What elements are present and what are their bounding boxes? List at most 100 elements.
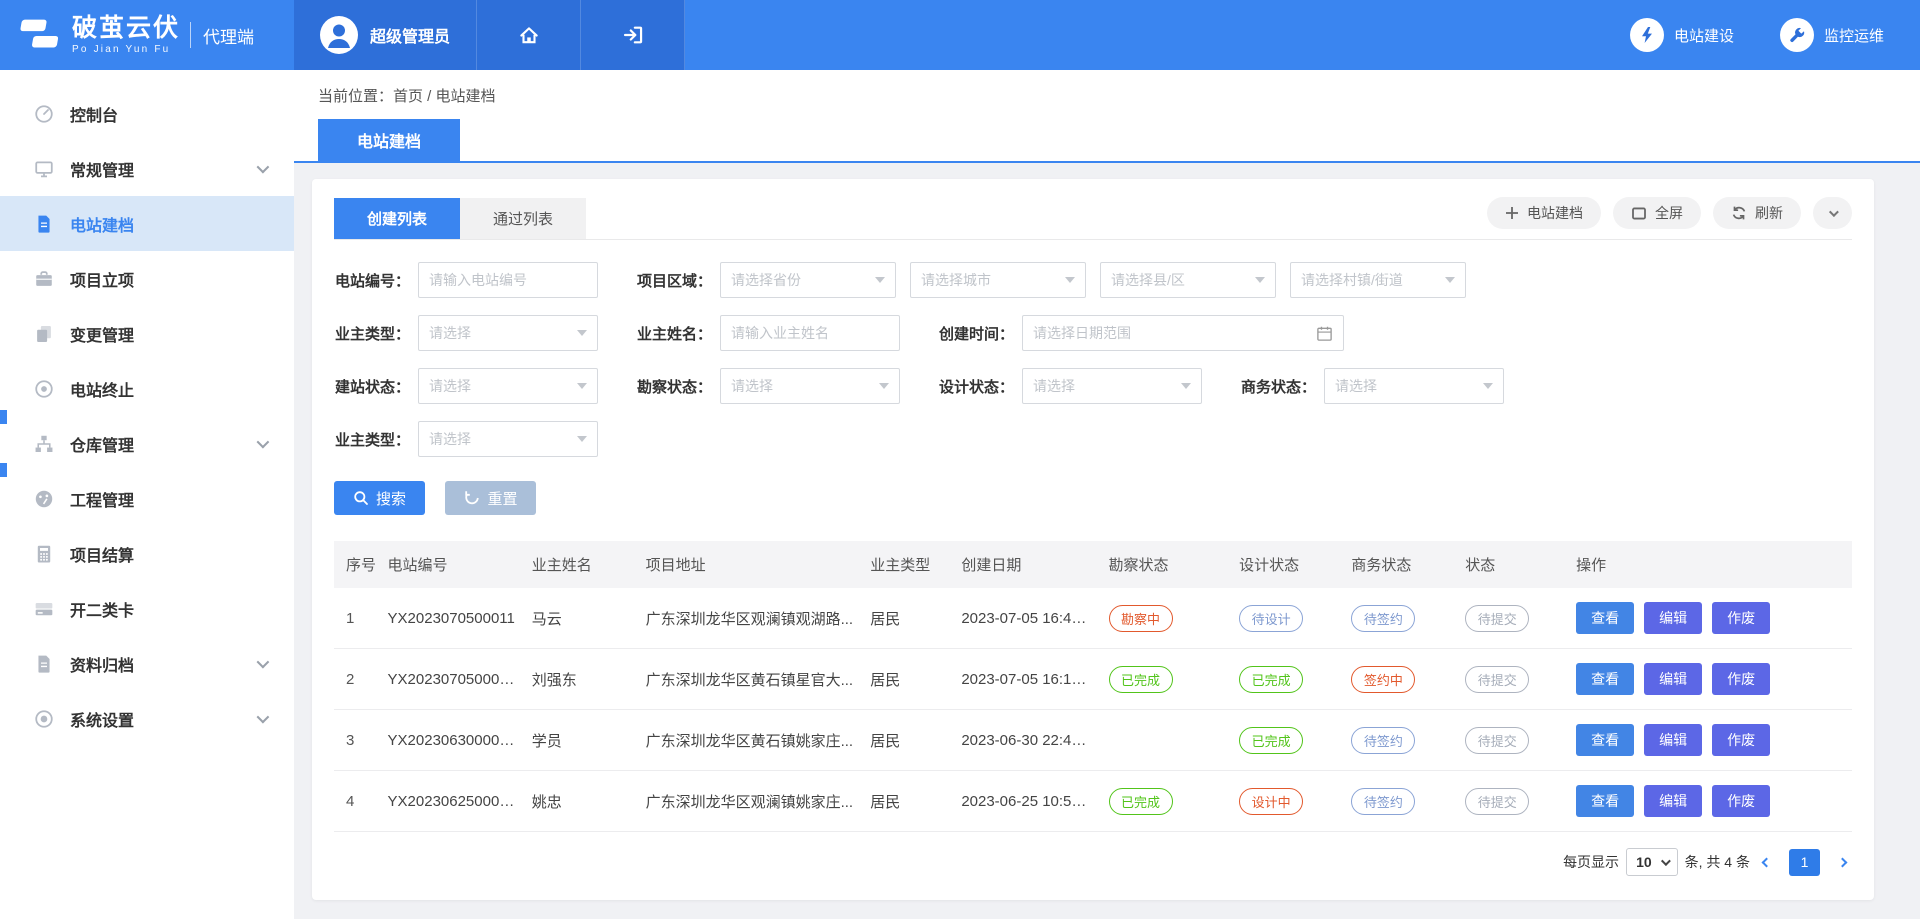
total-count-label: 条, 共 4 条 — [1685, 852, 1750, 872]
page-number-current[interactable]: 1 — [1789, 849, 1820, 876]
design-status-badge: 待设计 — [1239, 605, 1303, 632]
avatar — [320, 16, 358, 54]
dropdown-arrow-icon — [1255, 277, 1265, 283]
void-button[interactable]: 作废 — [1712, 602, 1770, 634]
view-button[interactable]: 查看 — [1576, 663, 1634, 695]
lightning-icon — [1630, 18, 1664, 52]
page-tab-station-archive[interactable]: 电站建档 — [318, 119, 460, 161]
row-index: 4 — [334, 771, 380, 832]
select-input[interactable]: 请选择城市 — [910, 262, 1086, 298]
sidebar-scroll-mark[interactable] — [0, 463, 7, 477]
sidebar-item-monitor[interactable]: 常规管理 — [0, 141, 294, 196]
edition-label: 代理端 — [203, 23, 254, 48]
edit-button[interactable]: 编辑 — [1644, 663, 1702, 695]
select-input[interactable]: 请选择省份 — [720, 262, 896, 298]
logo-area[interactable]: 破茧云伏 Po Jian Yun Fu 代理端 — [0, 0, 294, 70]
user-menu[interactable]: 超级管理员 — [294, 0, 477, 70]
select-input[interactable]: 请选择 — [720, 368, 900, 404]
row-index: 1 — [334, 588, 380, 649]
filter-group: 项目区域：请选择省份请选择城市请选择县/区请选择村镇/街道 — [636, 262, 1480, 298]
next-page-button[interactable] — [1833, 855, 1852, 870]
calculator-icon — [34, 544, 54, 564]
sidebar-item-archive[interactable]: 资料归档 — [0, 636, 294, 691]
sidebar-item-document[interactable]: 电站建档 — [0, 196, 294, 251]
select-input[interactable]: 请选择 — [1324, 368, 1504, 404]
sidebar-item-gauge[interactable]: 工程管理 — [0, 471, 294, 526]
sidebar-item-copy[interactable]: 变更管理 — [0, 306, 294, 361]
sidebar-item-dashboard[interactable]: 控制台 — [0, 86, 294, 141]
toolbar-chevron-down-button[interactable] — [1813, 197, 1852, 229]
archive-icon — [34, 654, 54, 674]
select-input[interactable]: 请选择 — [1022, 368, 1202, 404]
view-button[interactable]: 查看 — [1576, 785, 1634, 817]
void-button[interactable]: 作废 — [1712, 724, 1770, 756]
sidebar-item-calculator[interactable]: 项目结算 — [0, 526, 294, 581]
design-status-badge: 设计中 — [1239, 788, 1303, 815]
business-status-badge-cell: 待签约 — [1343, 710, 1457, 771]
row-actions: 查看编辑作废 — [1568, 649, 1852, 710]
toolbar-plus-button[interactable]: 电站建档 — [1487, 197, 1601, 229]
date-range-input[interactable]: 请选择日期范围 — [1022, 315, 1344, 351]
dropdown-arrow-icon — [577, 383, 587, 389]
prev-page-button[interactable] — [1757, 855, 1776, 870]
breadcrumb-path[interactable]: 首页 / 电站建档 — [393, 88, 496, 105]
monitor-icon — [34, 159, 54, 179]
dropdown-arrow-icon — [1445, 277, 1455, 283]
sidebar-item-label: 工程管理 — [70, 487, 266, 511]
edit-button[interactable]: 编辑 — [1644, 602, 1702, 634]
breadcrumb-label: 当前位置： — [318, 88, 393, 105]
table-header-row: 序号电站编号业主姓名项目地址业主类型创建日期勘察状态设计状态商务状态状态操作 — [334, 541, 1852, 588]
sidebar-item-label: 资料归档 — [70, 652, 257, 676]
project-address: 广东深圳龙华区观澜镇姚家庄... — [638, 771, 863, 832]
sidebar-item-label: 开二类卡 — [70, 597, 266, 621]
briefcase-icon — [34, 269, 54, 289]
toolbar-refresh-button[interactable]: 刷新 — [1713, 197, 1801, 229]
edit-button[interactable]: 编辑 — [1644, 724, 1702, 756]
reset-button[interactable]: 重置 — [445, 481, 536, 515]
sidebar-item-label: 仓库管理 — [70, 432, 257, 456]
sidebar-item-briefcase[interactable]: 项目立项 — [0, 251, 294, 306]
placeholder-text: 请选择 — [731, 376, 773, 396]
station-code: YX2023063000009 — [380, 710, 524, 771]
select-input[interactable]: 请选择 — [418, 368, 598, 404]
calendar-icon — [1316, 325, 1333, 342]
sidebar-item-sitemap[interactable]: 仓库管理 — [0, 416, 294, 471]
design-status-badge: 已完成 — [1239, 727, 1303, 754]
logout-button[interactable] — [581, 0, 685, 70]
tab-passed-list[interactable]: 通过列表 — [460, 198, 586, 239]
sidebar-item-label: 变更管理 — [70, 322, 266, 346]
sidebar-item-settings[interactable]: 系统设置 — [0, 691, 294, 746]
select-input[interactable]: 请选择县/区 — [1100, 262, 1276, 298]
edit-button[interactable]: 编辑 — [1644, 785, 1702, 817]
project-address: 广东深圳龙华区观澜镇观湖路... — [638, 588, 863, 649]
view-button[interactable]: 查看 — [1576, 724, 1634, 756]
per-page-select[interactable]: 10 — [1626, 848, 1678, 876]
column-header: 业主姓名 — [524, 541, 638, 588]
filter-label: 业主类型： — [334, 429, 410, 450]
column-header: 商务状态 — [1343, 541, 1457, 588]
view-button[interactable]: 查看 — [1576, 602, 1634, 634]
nav-station-build[interactable]: 电站建设 — [1630, 18, 1734, 52]
search-button[interactable]: 搜索 — [334, 481, 425, 515]
void-button[interactable]: 作废 — [1712, 785, 1770, 817]
sidebar-item-stop-circle[interactable]: 电站终止 — [0, 361, 294, 416]
placeholder-text: 请选择村镇/街道 — [1301, 270, 1403, 290]
records-table: 序号电站编号业主姓名项目地址业主类型创建日期勘察状态设计状态商务状态状态操作 1… — [334, 541, 1852, 832]
sidebar-scroll-mark[interactable] — [0, 410, 7, 424]
text-input[interactable]: 请输入电站编号 — [418, 262, 598, 298]
sidebar-menu: 控制台常规管理电站建档项目立项变更管理电站终止仓库管理工程管理项目结算开二类卡资… — [0, 86, 294, 746]
select-input[interactable]: 请选择村镇/街道 — [1290, 262, 1466, 298]
select-input[interactable]: 请选择 — [418, 421, 598, 457]
business-status-badge: 签约中 — [1351, 666, 1415, 693]
nav-monitor-ops[interactable]: 监控运维 — [1780, 18, 1884, 52]
home-button[interactable] — [477, 0, 581, 70]
breadcrumb-bar: 当前位置：首页 / 电站建档 电站建档 — [294, 70, 1920, 163]
toolbar-fullscreen-button[interactable]: 全屏 — [1613, 197, 1701, 229]
void-button[interactable]: 作废 — [1712, 663, 1770, 695]
submit-status-badge: 待提交 — [1465, 788, 1529, 815]
app-screen: 破茧云伏 Po Jian Yun Fu 代理端 超级管理员 — [0, 0, 1920, 919]
sidebar-item-card[interactable]: 开二类卡 — [0, 581, 294, 636]
tab-create-list[interactable]: 创建列表 — [334, 198, 460, 239]
text-input[interactable]: 请输入业主姓名 — [720, 315, 900, 351]
select-input[interactable]: 请选择 — [418, 315, 598, 351]
